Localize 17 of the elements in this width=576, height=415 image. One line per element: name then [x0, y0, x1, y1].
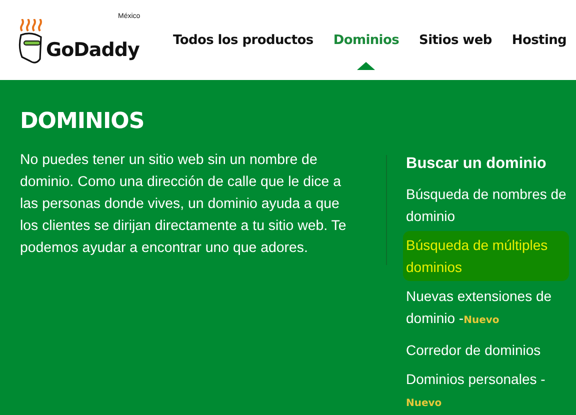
new-label: Nuevo	[464, 315, 500, 326]
panel-title: DOMINIOS	[20, 109, 146, 134]
menu-link[interactable]: Dominios personales - Nuevo	[406, 368, 574, 415]
pointer-icon	[357, 62, 376, 70]
menu-link[interactable]: Búsqueda de múltiples dominios	[406, 234, 566, 278]
menu-link[interactable]: Nuevas extensiones de dominio -Nuevo	[406, 285, 574, 332]
nav-link[interactable]: Dominios	[333, 33, 400, 48]
menu-link[interactable]: Búsqueda de nombres de dominio	[406, 183, 574, 227]
new-label: Nuevo	[406, 398, 442, 409]
logo-wordmark[interactable]: GoDaddy	[46, 39, 140, 61]
nav-link[interactable]: Sitios web	[419, 33, 492, 48]
nav-link[interactable]: Todos los productos	[173, 33, 314, 48]
menu-link[interactable]: Corredor de dominios	[406, 339, 574, 361]
mascot-icon	[18, 19, 44, 65]
panel-description: No puedes tener un sitio web sin un nombre de dominio. Como una dirección de calle que le dice a las personas donde vives, un dominio ayuda a que los clientes se dirijan directamente a tu sitio web. Te podemos ayudar a encontrar uno que adores.	[20, 151, 348, 258]
section-title: Buscar un dominio	[406, 155, 546, 173]
nav-link[interactable]: Hosting	[512, 33, 567, 48]
